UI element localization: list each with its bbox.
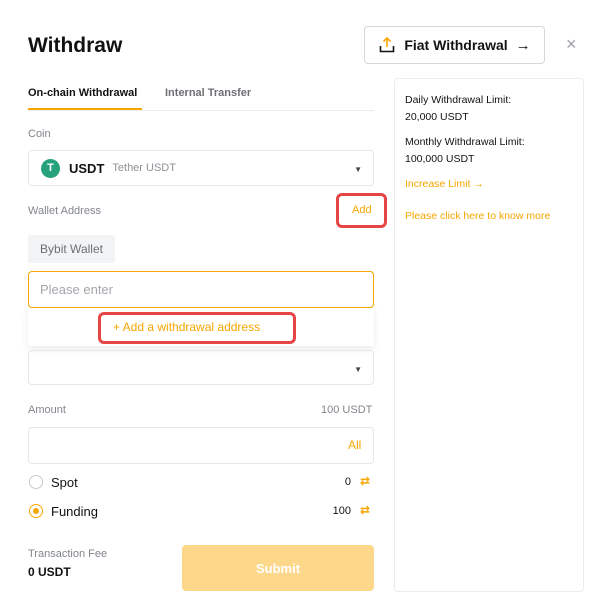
coin-symbol: USDT [69,160,105,176]
coin-full-name: Tether USDT [112,162,176,174]
highlight-box-add-address [98,312,296,344]
tab-divider [28,110,374,111]
wallet-address-label: Wallet Address [28,205,101,217]
funding-radio[interactable] [29,504,43,518]
spot-radio[interactable] [29,475,43,489]
daily-limit-label: Daily Withdrawal Limit: [405,94,512,106]
transfer-icon[interactable]: ⇄ [360,474,370,488]
all-button[interactable]: All [348,438,361,452]
help-link[interactable]: Please click here to know more [405,210,550,222]
upload-icon [380,36,395,53]
page-title: Withdraw [28,34,123,57]
submit-button[interactable]: Submit [182,545,374,591]
active-tab-indicator [28,108,142,110]
transaction-fee-value: 0 USDT [28,565,71,579]
tether-icon: T [41,158,60,178]
funding-label: Funding [51,504,98,519]
fiat-withdrawal-button[interactable]: Fiat Withdrawal → [364,26,545,64]
amount-input[interactable] [28,427,374,464]
close-icon[interactable]: × [566,34,577,55]
chain-select[interactable]: ▼ [28,350,374,385]
min-amount: 100 USDT [321,404,373,416]
spot-balance: 0 [344,476,351,488]
coin-select[interactable]: T USDT Tether USDT ▼ [28,150,374,186]
wallet-address-input[interactable] [28,271,374,308]
monthly-limit-label: Monthly Withdrawal Limit: [405,136,525,148]
funding-balance: 100 [332,505,351,517]
amount-label: Amount [28,404,66,416]
highlight-box-add [336,193,387,228]
fiat-withdrawal-label: Fiat Withdrawal [404,37,508,53]
coin-label: Coin [28,128,51,140]
transfer-icon[interactable]: ⇄ [360,503,370,517]
caret-down-icon: ▼ [354,165,362,174]
spot-label: Spot [51,475,78,490]
increase-limit-link[interactable]: Increase Limit → [405,178,484,190]
caret-down-icon: ▼ [354,365,362,374]
monthly-limit-value: 100,000 USDT [405,153,475,165]
bybit-wallet-chip[interactable]: Bybit Wallet [28,235,115,263]
daily-limit-value: 20,000 USDT [405,111,469,123]
tab-internal-transfer[interactable]: Internal Transfer [165,87,251,99]
tab-onchain-withdrawal[interactable]: On-chain Withdrawal [28,87,137,99]
arrow-right-icon: → [515,36,531,54]
transaction-fee-label: Transaction Fee [28,548,108,560]
